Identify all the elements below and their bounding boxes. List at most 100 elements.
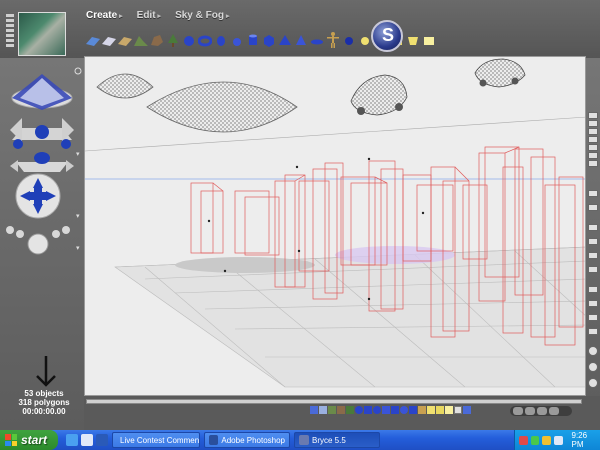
start-label: start: [21, 433, 48, 447]
options-sphere-icon[interactable]: [588, 346, 598, 356]
ground-plane-icon[interactable]: [118, 30, 132, 50]
chevron-icon[interactable]: ▾: [76, 151, 80, 158]
tool-button[interactable]: [588, 238, 598, 245]
select-cylinder-icon[interactable]: [382, 406, 390, 414]
end-button[interactable]: [549, 407, 559, 415]
forward-button[interactable]: [537, 407, 547, 415]
render-down-button[interactable]: [588, 160, 598, 167]
ellipsoid-icon[interactable]: [214, 30, 228, 50]
pyramid-icon[interactable]: [278, 30, 292, 50]
rewind-button[interactable]: [513, 407, 523, 415]
render-option-button[interactable]: [588, 152, 598, 159]
cloud-object-large[interactable]: [146, 81, 298, 133]
cloud-object-small[interactable]: [96, 73, 154, 99]
right-control-strip: [586, 56, 600, 416]
render-option-button[interactable]: [588, 120, 598, 127]
brush-icon[interactable]: [588, 204, 598, 211]
start-button[interactable]: start: [0, 430, 58, 450]
tray-icon[interactable]: [530, 435, 540, 445]
bryce-window: Create ▸ Edit ▸ Sky & Fog ▸ S ▾ ▾ ▾ 53 o…: [0, 0, 600, 430]
record-button[interactable]: [588, 266, 598, 273]
select-camera-icon[interactable]: [454, 406, 462, 414]
select-plane-icon[interactable]: [319, 406, 327, 414]
menu-create[interactable]: Create ▸: [86, 10, 123, 21]
cube-icon[interactable]: [262, 30, 276, 50]
tool-button[interactable]: [588, 252, 598, 259]
tool-button[interactable]: [588, 300, 598, 307]
task-bryce[interactable]: Bryce 5.5: [294, 432, 380, 448]
select-cone-icon[interactable]: [400, 406, 408, 414]
timeline-scrubber[interactable]: [86, 399, 582, 404]
render-option-button[interactable]: [588, 136, 598, 143]
terrain-icon[interactable]: [134, 30, 148, 50]
tool-button[interactable]: [588, 286, 598, 293]
volume-icon[interactable]: [553, 435, 563, 445]
tray-icon[interactable]: [542, 435, 551, 445]
camera-y-trackball-icon[interactable]: [10, 152, 74, 172]
nano-preview-thumbnail[interactable]: [18, 12, 66, 56]
render-option-button[interactable]: [588, 144, 598, 151]
internet-explorer-icon[interactable]: [66, 434, 78, 446]
car-wireframe-object[interactable]: [350, 74, 408, 116]
play-button[interactable]: [525, 407, 535, 415]
sphere-blue-icon[interactable]: [342, 30, 356, 50]
disk-icon[interactable]: [310, 30, 324, 50]
torus-icon[interactable]: [198, 30, 212, 50]
tree-icon[interactable]: [166, 30, 180, 50]
chevron-icon[interactable]: ▾: [76, 245, 80, 252]
select-torus-icon[interactable]: [373, 406, 381, 414]
select-cube-icon[interactable]: [364, 406, 372, 414]
menu-edit[interactable]: Edit ▸: [137, 10, 161, 21]
windows-logo-icon: [5, 434, 17, 446]
show-desktop-icon[interactable]: [96, 434, 108, 446]
camera-pan-cross-icon[interactable]: [15, 173, 61, 219]
tool-button[interactable]: [588, 224, 598, 231]
bottom-bar: [84, 396, 600, 430]
human-figure-icon[interactable]: [326, 30, 340, 50]
task-adobe-photoshop[interactable]: Adobe Photoshop: [204, 432, 290, 448]
stone-icon[interactable]: [150, 30, 164, 50]
menu-sky-fog[interactable]: Sky & Fog ▸: [175, 10, 229, 21]
sphere-small-icon[interactable]: [230, 30, 244, 50]
car-wireframe-object-2[interactable]: [474, 58, 526, 88]
select-sphere-icon[interactable]: [355, 406, 363, 414]
select-terrain-icon[interactable]: [328, 406, 336, 414]
cone-icon[interactable]: [294, 30, 308, 50]
zoom-icon[interactable]: [588, 362, 598, 372]
select-light-icon[interactable]: [436, 406, 444, 414]
chevron-icon[interactable]: ▾: [76, 213, 80, 220]
select-pyramid-icon[interactable]: [391, 406, 399, 414]
task-live-contest[interactable]: Live Contest Commen...: [112, 432, 200, 448]
select-disk-icon[interactable]: [409, 406, 417, 414]
select-group-icon[interactable]: [463, 406, 471, 414]
render-up-button[interactable]: [588, 112, 598, 119]
3d-viewport[interactable]: [84, 56, 586, 396]
tool-button[interactable]: [588, 314, 598, 321]
select-tree-icon[interactable]: [346, 406, 354, 414]
cylinder-icon[interactable]: [246, 30, 260, 50]
camera-xz-trackball-icon[interactable]: [10, 118, 74, 149]
tray-icon[interactable]: [519, 435, 528, 445]
water-plane-icon[interactable]: [86, 30, 100, 50]
light-parallel-icon[interactable]: [406, 30, 420, 50]
outlook-icon[interactable]: [81, 434, 93, 446]
bryce-logo-icon[interactable]: S: [371, 20, 403, 52]
zoom-icon[interactable]: [588, 378, 598, 388]
clock[interactable]: 9:26 PM: [572, 431, 600, 449]
tool-button[interactable]: [588, 328, 598, 335]
render-option-button[interactable]: [588, 128, 598, 135]
light-area-icon[interactable]: [422, 30, 436, 50]
select-figure-icon[interactable]: [418, 406, 426, 414]
edit-pen-icon[interactable]: [588, 190, 598, 197]
view-options-icon[interactable]: [74, 67, 82, 75]
select-light-icon[interactable]: [445, 406, 453, 414]
infinite-plane-icon[interactable]: [102, 30, 116, 50]
select-light-icon[interactable]: [427, 406, 435, 414]
light-radial-icon[interactable]: [358, 30, 372, 50]
select-cloud-icon[interactable]: [310, 406, 318, 414]
create-objects-shelf: [86, 26, 434, 54]
select-stone-icon[interactable]: [337, 406, 345, 414]
view-trackball-icon[interactable]: [11, 74, 73, 110]
sphere-icon[interactable]: [182, 30, 196, 50]
zoom-spheres-icon[interactable]: [6, 226, 70, 255]
